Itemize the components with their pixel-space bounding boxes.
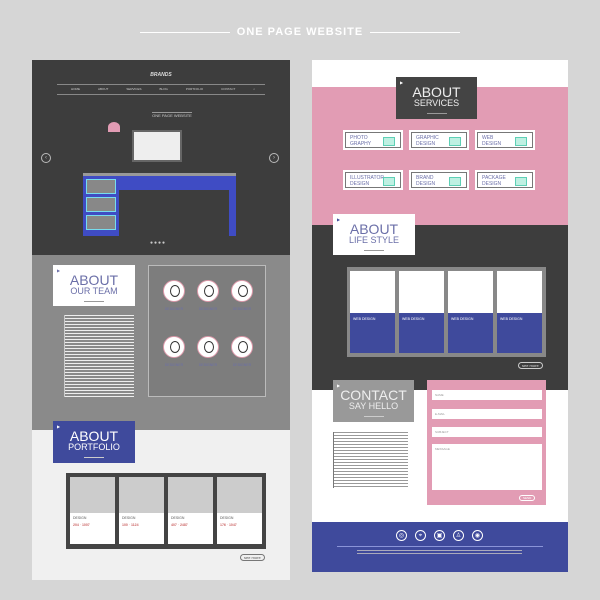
contact-description <box>333 432 408 488</box>
nav-about[interactable]: ABOUT <box>98 87 108 93</box>
camera-icon <box>383 137 395 146</box>
name-field[interactable]: NAME <box>432 390 542 400</box>
left-mockup: BRANDS HOME ABOUT SERVICES BLOG PORTFOLI… <box>32 60 290 580</box>
portfolio-card[interactable]: DESIGN 407 · 2487 <box>168 477 213 544</box>
slide-dots[interactable]: ●●●● <box>150 240 166 246</box>
service-photography[interactable]: PHOTO GRAPHY <box>343 130 403 150</box>
lifestyle-heading: ▶ ABOUT LIFE STYLE <box>333 214 415 255</box>
globe-icon[interactable]: ◎ <box>396 530 407 541</box>
message-field[interactable]: MESSAGE <box>432 444 542 490</box>
nav-blog[interactable]: BLOG <box>159 87 167 93</box>
next-slide-button[interactable]: › <box>269 153 279 163</box>
service-illustrator[interactable]: ILLUSTRATOR DESIGN <box>343 170 403 190</box>
nav-services[interactable]: SERVICES <box>126 87 141 93</box>
lifestyle-card[interactable]: WEB DESIGN <box>497 271 542 353</box>
subject-field[interactable]: SUBJECT <box>432 427 542 437</box>
avatar <box>231 280 253 302</box>
team-section: ▶ ABOUT OUR TEAM DESIGNER DESIGNER DESIGNE… <box>32 255 290 430</box>
lifestyle-card[interactable]: WEB DESIGN <box>448 271 493 353</box>
service-brand-design[interactable]: BRAND DESIGN <box>409 170 469 190</box>
team-description <box>64 315 134 397</box>
see-more-button[interactable]: see more <box>518 362 543 369</box>
team-heading: ▶ ABOUT OUR TEAM <box>53 265 135 306</box>
team-role: DESIGNER <box>164 307 184 311</box>
team-role: DESIGNER <box>198 363 218 367</box>
nav-bar: HOME ABOUT SERVICES BLOG PORTFOLIO CONTA… <box>62 87 262 93</box>
footer-text <box>357 550 522 555</box>
portfolio-card[interactable]: DESIGN 176 · 1047 <box>217 477 262 544</box>
contact-form: NAME E-MAIL SUBJECT MESSAGE SEND <box>427 380 546 505</box>
camera-icon[interactable]: ▣ <box>434 530 445 541</box>
lamp-illustration <box>108 122 120 132</box>
service-graphic-design[interactable]: GRAPHIC DESIGN <box>409 130 469 150</box>
logo: BRANDS <box>150 72 172 78</box>
team-grid: DESIGNER DESIGNER DESIGNER DESIGNER DESI… <box>148 265 266 397</box>
avatar <box>197 280 219 302</box>
team-role: DESIGNER <box>198 307 218 311</box>
right-mockup: ▶ ABOUT SERVICES PHOTO GRAPHY GRAPHIC DESIGN… <box>312 60 568 572</box>
nav-contact[interactable]: CONTACT <box>221 87 235 93</box>
team-role: DESIGNER <box>232 363 252 367</box>
nav-home[interactable]: HOME <box>71 87 80 93</box>
avatar <box>197 336 219 358</box>
contact-heading: ▶ CONTACT SAY HELLO <box>333 380 414 422</box>
portfolio-heading: ▶ ABOUT PORTFOLIO <box>53 421 135 463</box>
nav-portfolio[interactable]: PORTFOLIO <box>186 87 203 93</box>
send-button[interactable]: SEND <box>519 495 536 501</box>
divider <box>370 32 460 33</box>
monitor-icon <box>515 137 527 146</box>
see-more-button[interactable]: see more <box>240 554 265 561</box>
team-role: DESIGNER <box>164 363 184 367</box>
services-heading: ▶ ABOUT SERVICES <box>396 77 477 119</box>
card-icon <box>449 177 461 186</box>
lifestyle-grid: WEB DESIGN WEB DESIGN WEB DESIGN WEB DES… <box>347 267 546 357</box>
portfolio-card[interactable]: DESIGN 100 · 1124 <box>119 477 164 544</box>
email-field[interactable]: E-MAIL <box>432 409 542 419</box>
package-icon <box>515 177 527 186</box>
search-icon[interactable]: ⌕ <box>253 87 255 93</box>
page-title: ONE PAGE WEBSITE <box>236 26 364 38</box>
palette-icon <box>383 177 395 186</box>
team-role: DESIGNER <box>232 307 252 311</box>
service-web-design[interactable]: WEB DESIGN <box>475 130 535 150</box>
lifestyle-card[interactable]: WEB DESIGN <box>350 271 395 353</box>
prev-slide-button[interactable]: ‹ <box>41 153 51 163</box>
eye-icon[interactable]: ◉ <box>472 530 483 541</box>
user-icon[interactable]: ♙ <box>453 530 464 541</box>
portfolio-card[interactable]: DESIGN 204 · 1007 <box>70 477 115 544</box>
hero-section: BRANDS HOME ABOUT SERVICES BLOG PORTFOLI… <box>32 60 290 255</box>
service-package-design[interactable]: PACKAGE DESIGN <box>475 170 535 190</box>
hero-sign: ONE PAGE WEBSITE <box>152 112 192 118</box>
lifestyle-card[interactable]: WEB DESIGN <box>399 271 444 353</box>
pen-icon <box>449 137 461 146</box>
avatar <box>163 336 185 358</box>
divider <box>140 32 230 33</box>
portfolio-grid: DESIGN 204 · 1007 DESIGN 100 · 1124 DESIGN… <box>66 473 266 549</box>
avatar <box>231 336 253 358</box>
location-icon[interactable]: ⌖ <box>415 530 426 541</box>
avatar <box>163 280 185 302</box>
monitor-illustration <box>132 130 182 162</box>
